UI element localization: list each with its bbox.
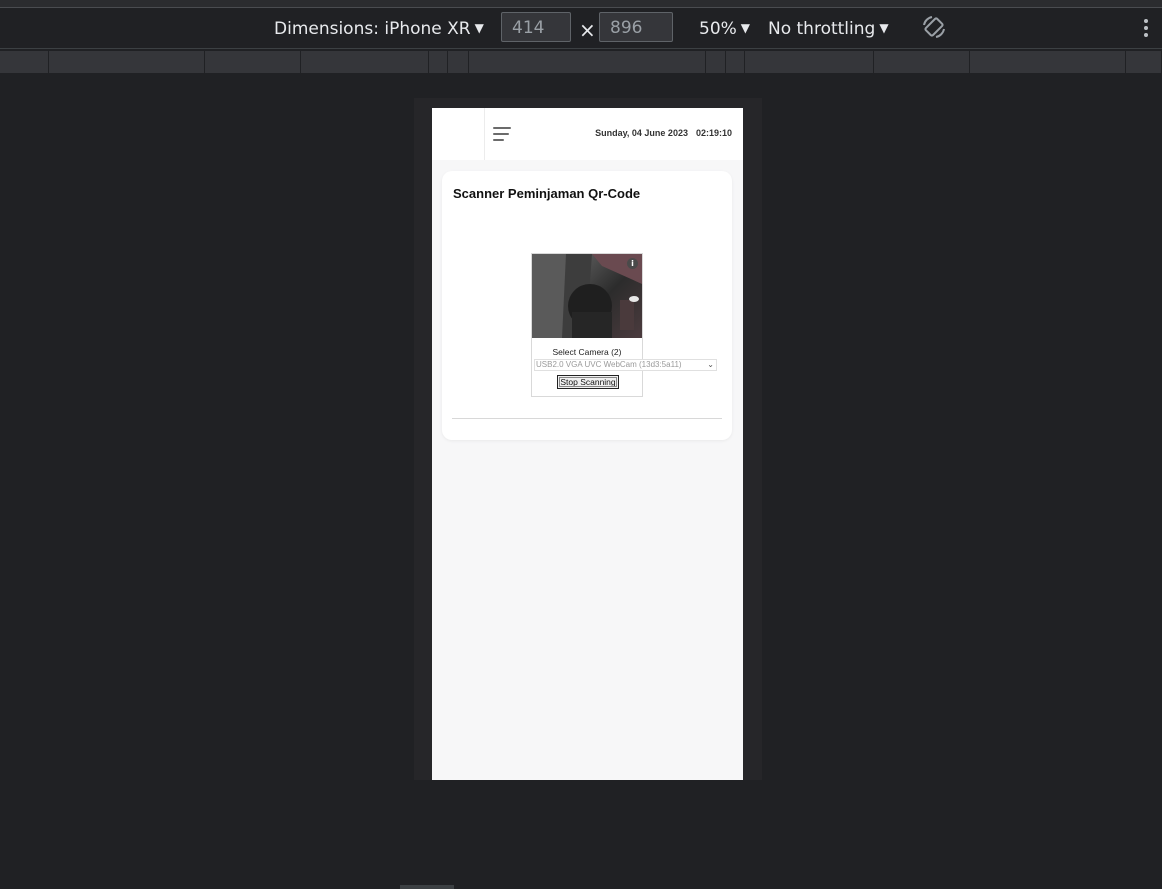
device-toolbar: Dimensions: iPhone XR ▼ 414 × 896 50% ▼ No… (0, 8, 1162, 49)
select-camera-label: Select Camera (2) (552, 347, 622, 357)
ruler-segment[interactable] (970, 51, 1126, 73)
hamburger-menu-icon[interactable] (493, 127, 511, 141)
rotate-icon[interactable] (921, 14, 947, 40)
header-date: Sunday, 04 June 2023 (595, 128, 688, 138)
info-icon[interactable]: i (627, 258, 638, 269)
ruler-segment[interactable] (49, 51, 205, 73)
zoom-label: 50% (699, 19, 737, 39)
throttling-label: No throttling (768, 19, 876, 39)
qr-scanner: i Select Camera (2) USB2.0 VGA UVC WebCa… (531, 253, 717, 397)
card-divider (452, 418, 722, 419)
media-query-ruler (0, 49, 1162, 75)
ruler-segment[interactable] (448, 51, 469, 73)
scanner-card: Scanner Peminjaman Qr-Code i Select Came… (442, 171, 732, 440)
header-divider (484, 108, 485, 160)
device-viewport: Sunday, 04 June 2023 02:19:10 Scanner Pem… (432, 108, 743, 780)
torch-icon[interactable] (629, 296, 639, 302)
window-top-edge (0, 0, 1162, 8)
ruler-segment[interactable] (469, 51, 706, 73)
ruler-segment[interactable] (0, 51, 49, 73)
ruler-segment[interactable] (726, 51, 745, 73)
camera-select[interactable]: USB2.0 VGA UVC WebCam (13d3:5a11) ⌄ (534, 359, 717, 371)
header-time: 02:19:10 (695, 128, 732, 138)
ruler-segment[interactable] (745, 51, 874, 73)
card-title: Scanner Peminjaman Qr-Code (453, 186, 641, 201)
throttling-dropdown[interactable]: No throttling ▼ (768, 8, 889, 48)
ruler-segment[interactable] (301, 51, 429, 73)
bottom-resize-handle[interactable] (400, 885, 454, 889)
caret-down-icon: ▼ (879, 21, 889, 35)
caret-down-icon: ▼ (740, 21, 751, 35)
dimensions-label: Dimensions: iPhone XR (274, 19, 471, 39)
camera-select-value: USB2.0 VGA UVC WebCam (13d3:5a11) (536, 360, 682, 369)
stop-scanning-button[interactable]: Stop Scanning (557, 375, 619, 389)
width-input[interactable]: 414 (501, 12, 571, 42)
kebab-menu-icon[interactable] (1143, 19, 1149, 39)
ruler-segment[interactable] (429, 51, 448, 73)
height-input[interactable]: 896 (599, 12, 673, 42)
ruler-segment[interactable] (874, 51, 970, 73)
times-icon: × (579, 18, 596, 42)
camera-preview: i (532, 254, 642, 338)
header-clock: Sunday, 04 June 2023 02:19:10 (595, 128, 732, 138)
zoom-dropdown[interactable]: 50% ▼ (699, 8, 750, 48)
app-header: Sunday, 04 June 2023 02:19:10 (432, 108, 743, 160)
ruler-segment[interactable] (706, 51, 726, 73)
ruler-segment[interactable] (1126, 51, 1162, 73)
ruler-segment[interactable] (205, 51, 301, 73)
caret-down-icon: ▼ (474, 21, 484, 35)
chevron-down-icon: ⌄ (707, 360, 714, 369)
dimensions-dropdown[interactable]: Dimensions: iPhone XR ▼ (274, 8, 484, 48)
